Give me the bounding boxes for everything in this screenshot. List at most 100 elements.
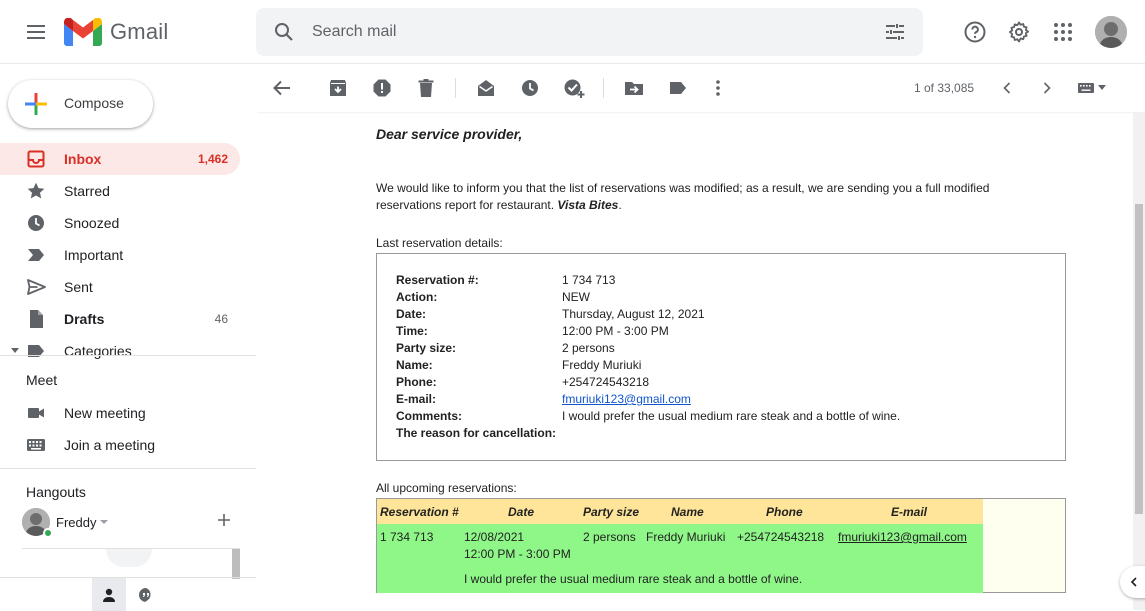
join-meeting-item[interactable]: Join a meeting xyxy=(0,429,240,461)
archive-button[interactable] xyxy=(326,76,350,100)
nav-item-snoozed[interactable]: Snoozed xyxy=(0,207,240,239)
cell-reservation: 1 734 713 xyxy=(380,530,434,544)
more-options-button[interactable] xyxy=(706,76,730,100)
cell-email-link[interactable]: fmuriuki123@gmail.com xyxy=(838,530,967,544)
report-spam-button[interactable] xyxy=(370,76,394,100)
column-header: Reservation # xyxy=(380,505,459,519)
restaurant-name: Vista Bites xyxy=(557,198,619,212)
inbox-icon xyxy=(27,150,45,168)
search-input[interactable] xyxy=(312,20,872,44)
arrow-back-icon xyxy=(273,80,290,96)
draft-icon xyxy=(30,310,43,328)
content-scrollbar[interactable] xyxy=(1133,112,1145,610)
report-icon xyxy=(373,79,391,97)
move-to-button[interactable] xyxy=(622,76,646,100)
detail-value: +254724543218 xyxy=(562,375,650,389)
detail-row: Action: NEW xyxy=(396,290,1056,307)
detail-value: I would prefer the usual medium rare ste… xyxy=(562,409,901,423)
detail-value: NEW xyxy=(562,290,590,304)
support-button[interactable] xyxy=(959,16,991,48)
hangouts-user-name: Freddy xyxy=(56,515,97,530)
nav-item-important[interactable]: Important xyxy=(0,239,240,271)
account-avatar[interactable] xyxy=(1095,16,1127,48)
detail-value: 1 734 713 xyxy=(562,273,616,287)
delete-button[interactable] xyxy=(414,76,438,100)
newer-button[interactable] xyxy=(995,76,1019,100)
search-bar[interactable] xyxy=(256,8,923,56)
detail-value: Freddy Muriuki xyxy=(562,358,642,372)
draft-count: 46 xyxy=(214,312,228,326)
pagination-text: 1 of 33,085 xyxy=(914,81,975,95)
paragraph-text: We would like to inform you that the lis… xyxy=(376,181,990,212)
column-header: Date xyxy=(508,505,535,519)
detail-row: Date: Thursday, August 12, 2021 xyxy=(396,307,1056,324)
caret-down-icon[interactable] xyxy=(10,348,20,354)
keyboard-icon xyxy=(27,439,45,451)
sidebar: Compose Inbox 1,462 Starred Snoozed Impo… xyxy=(0,64,256,611)
input-tools-button[interactable] xyxy=(1072,76,1112,100)
caret-down-icon[interactable] xyxy=(100,520,108,525)
divider xyxy=(0,355,256,356)
add-to-tasks-button[interactable] xyxy=(562,76,586,100)
column-header: E-mail xyxy=(891,505,928,519)
search-icon[interactable] xyxy=(272,20,296,44)
join-meeting-label: Join a meeting xyxy=(64,437,156,453)
reservation-details-box: Reservation #: 1 734 713 Action: NEW Date:… xyxy=(376,253,1066,461)
contacts-tab[interactable] xyxy=(92,578,126,611)
detail-row: Party size: 2 persons xyxy=(396,341,1056,358)
add-icon[interactable] xyxy=(216,512,232,528)
compose-button[interactable]: Compose xyxy=(8,80,153,128)
side-panel-toggle[interactable] xyxy=(1120,566,1145,598)
nav-item-sent[interactable]: Sent xyxy=(0,271,240,303)
label-icon xyxy=(28,345,44,357)
nav-label: Starred xyxy=(64,183,110,199)
upcoming-reservations-label: All upcoming reservations: xyxy=(376,481,517,495)
nav-item-drafts[interactable]: Drafts 46 xyxy=(0,303,240,335)
settings-button[interactable] xyxy=(1003,16,1035,48)
last-reservation-label: Last reservation details: xyxy=(376,236,503,250)
mark-unread-button[interactable] xyxy=(474,76,498,100)
nav-item-inbox[interactable]: Inbox 1,462 xyxy=(0,143,240,175)
back-button[interactable] xyxy=(270,76,294,100)
detail-row: E-mail: fmuriuki123@gmail.com xyxy=(396,392,1056,409)
gmail-logo[interactable]: Gmail xyxy=(64,16,168,48)
column-header: Phone xyxy=(766,505,803,519)
detail-value: Thursday, August 12, 2021 xyxy=(562,307,705,321)
scrollbar-thumb[interactable] xyxy=(1135,204,1143,514)
nav-label: Important xyxy=(64,247,124,263)
cell-name: Freddy Muriuki xyxy=(646,530,726,544)
detail-key: E-mail: xyxy=(396,392,437,406)
snooze-button[interactable] xyxy=(518,76,542,100)
mailbox-nav: Inbox 1,462 Starred Snoozed Important Se… xyxy=(0,143,256,367)
caret-down-icon xyxy=(1098,85,1106,90)
hangouts-scrollbar[interactable] xyxy=(232,549,240,579)
email-link[interactable]: fmuriuki123@gmail.com xyxy=(562,392,691,406)
chevron-left-icon xyxy=(1130,577,1137,587)
clock-icon xyxy=(522,80,538,96)
chevron-left-icon xyxy=(1003,82,1011,94)
plus-icon xyxy=(25,93,47,115)
labels-button[interactable] xyxy=(666,76,690,100)
detail-key: Reservation #: xyxy=(396,273,479,287)
detail-key: Action: xyxy=(396,290,438,304)
main-menu-button[interactable] xyxy=(20,16,52,48)
apps-button[interactable] xyxy=(1047,16,1079,48)
hangouts-user[interactable]: Freddy xyxy=(22,508,242,540)
conversations-tab[interactable] xyxy=(134,578,158,611)
apps-grid-icon xyxy=(1054,23,1072,41)
detail-key: The reason for cancellation: xyxy=(396,426,557,440)
detail-row: The reason for cancellation: xyxy=(396,426,1056,443)
new-meeting-item[interactable]: New meeting xyxy=(0,397,240,429)
meet-section-title: Meet xyxy=(26,372,58,388)
detail-value: 12:00 PM - 3:00 PM xyxy=(562,324,669,338)
nav-item-starred[interactable]: Starred xyxy=(0,175,240,207)
quote-bubble-icon xyxy=(139,587,151,602)
nav-item-categories[interactable]: Categories xyxy=(0,335,240,367)
hamburger-menu-icon xyxy=(27,25,45,39)
toolbar-divider xyxy=(603,78,604,98)
keyboard-icon xyxy=(1078,83,1094,93)
search-options-icon[interactable] xyxy=(883,20,907,44)
older-button[interactable] xyxy=(1035,76,1059,100)
column-header: Party size xyxy=(583,505,640,519)
detail-row: Time: 12:00 PM - 3:00 PM xyxy=(396,324,1056,341)
